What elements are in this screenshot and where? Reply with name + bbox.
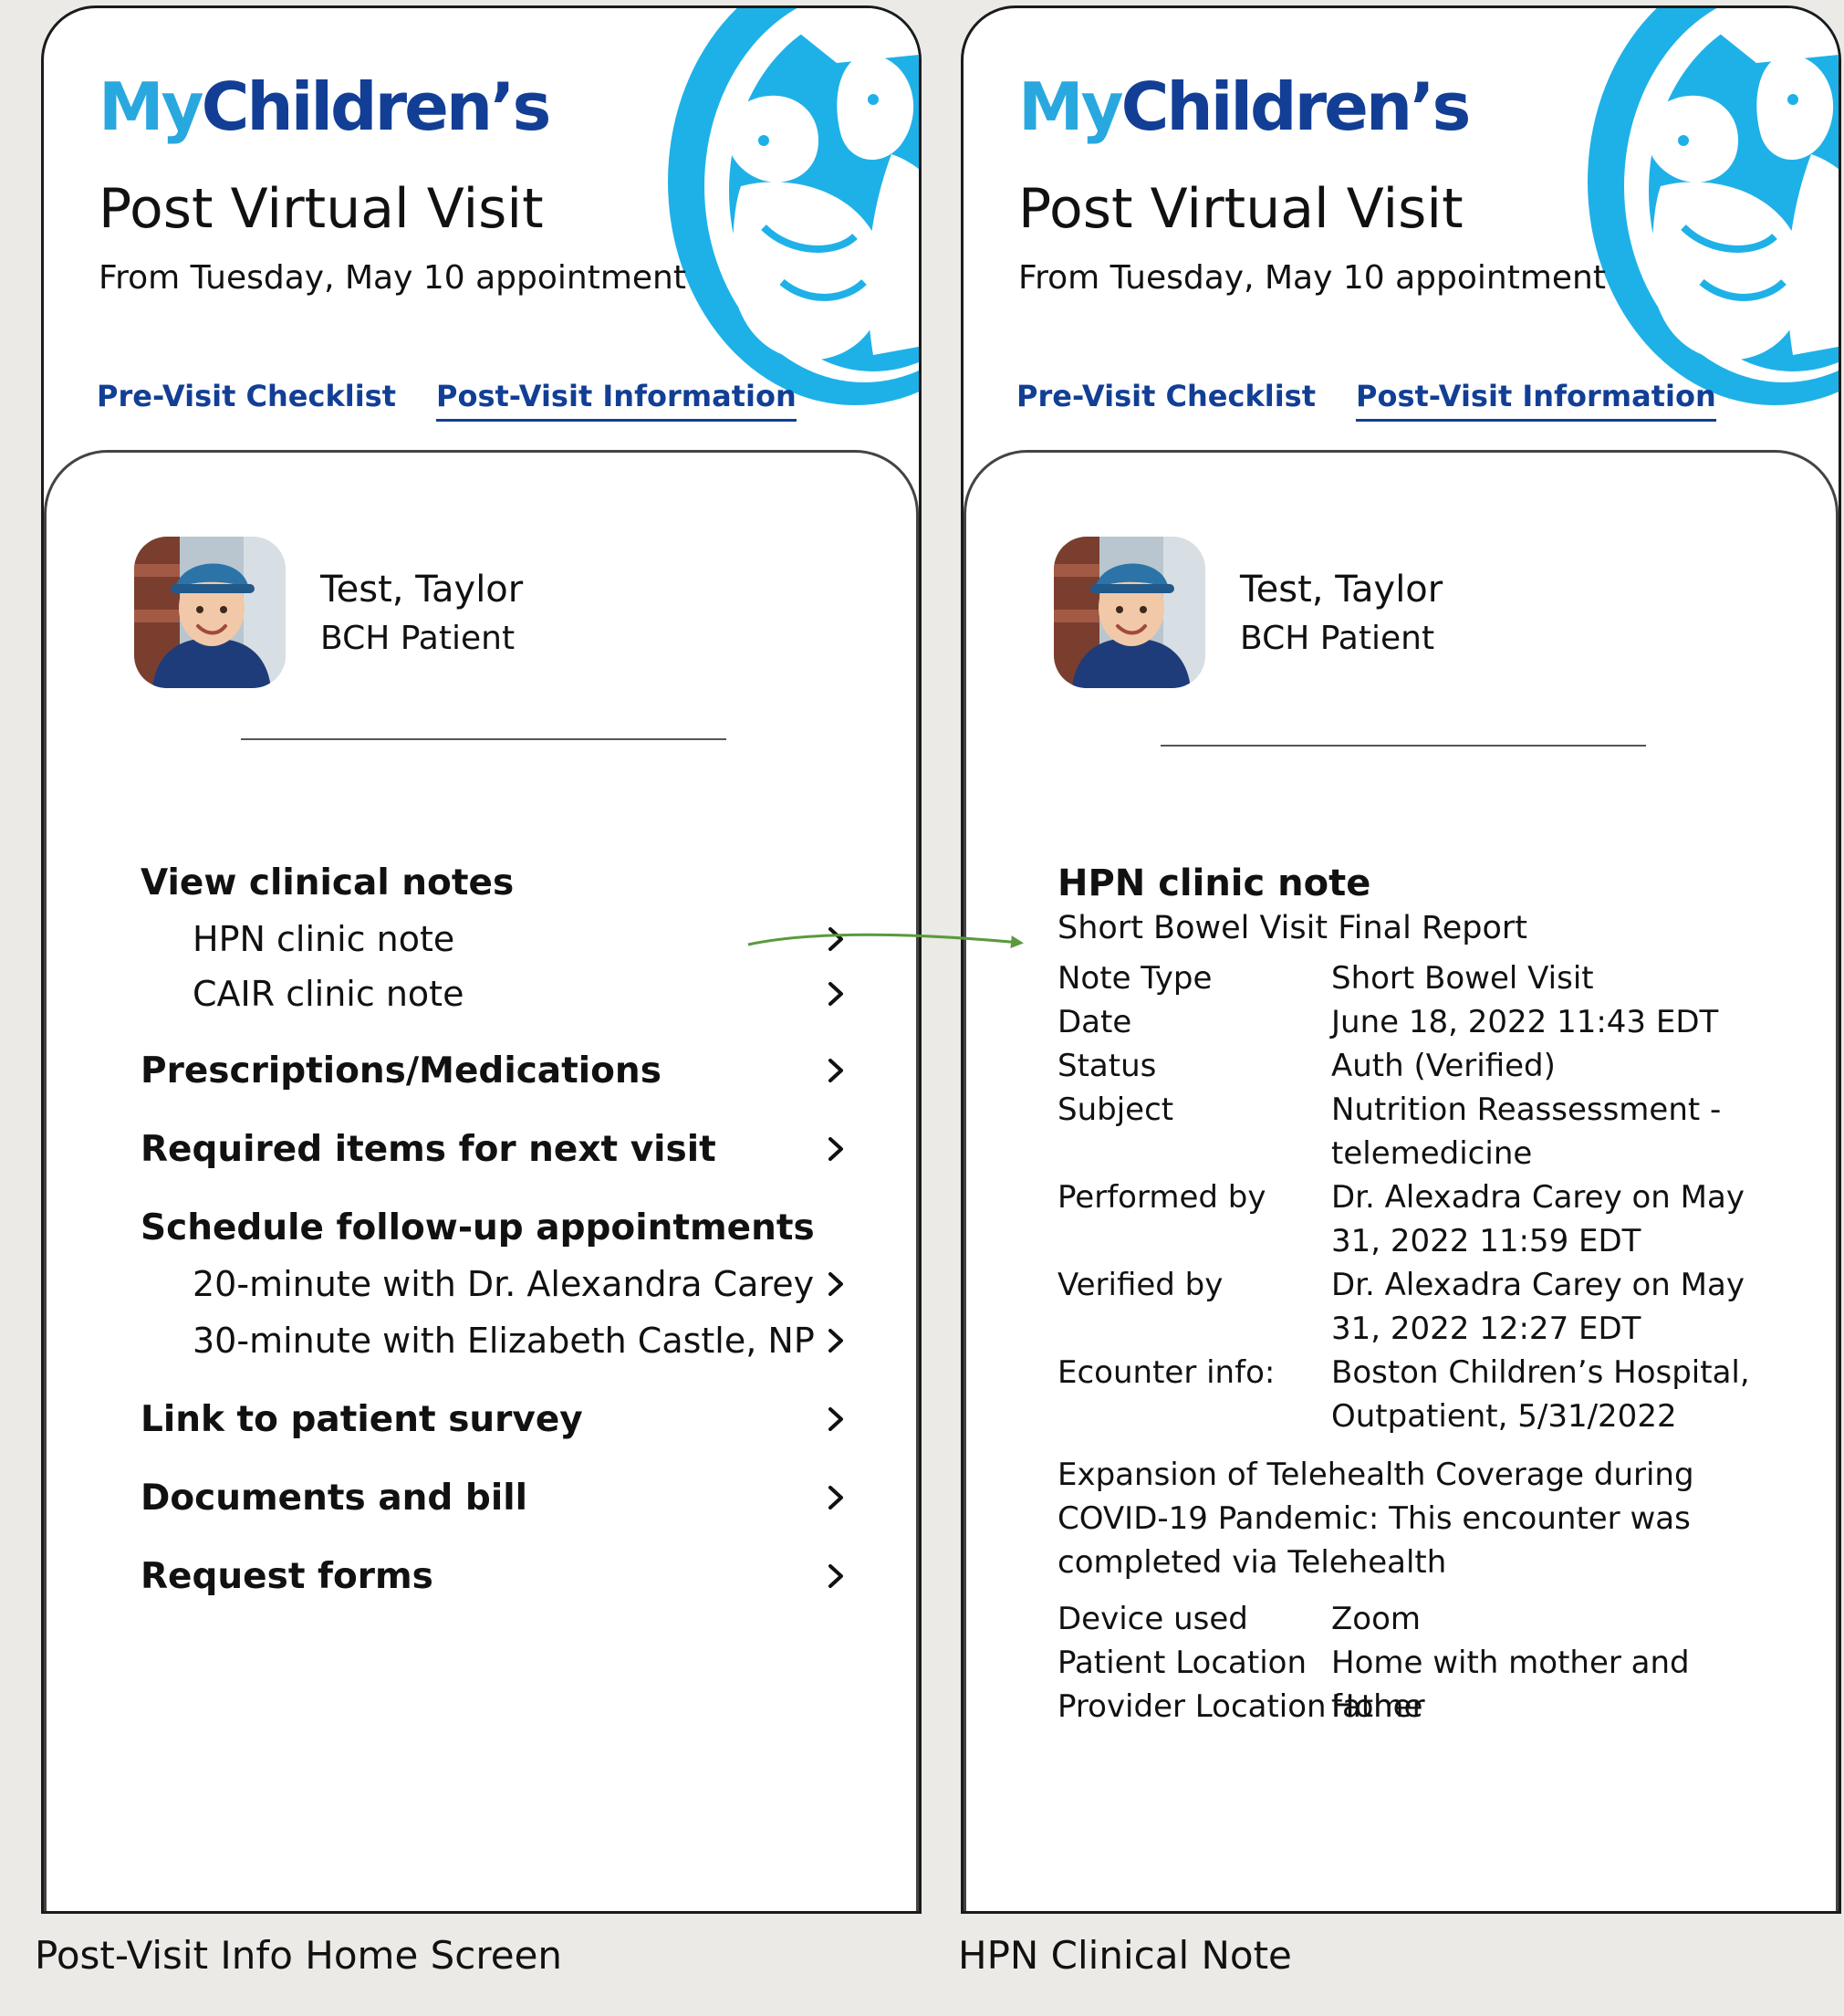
menu-item-patient-survey[interactable]: Link to patient survey [141,1402,583,1437]
chevron-right-icon[interactable] [819,1133,852,1165]
chevron-right-icon[interactable] [819,1403,852,1436]
tab-pre-visit-checklist[interactable]: Pre-Visit Checklist [97,381,396,422]
menu-item-prescriptions[interactable]: Prescriptions/Medications [141,1053,662,1089]
chevron-right-icon[interactable] [819,923,852,956]
boston-childrens-emblem-icon [1574,5,1841,410]
chevron-right-icon[interactable] [819,1324,852,1357]
tab-post-visit-information[interactable]: Post-Visit Information [436,381,797,422]
tab-pre-visit-checklist[interactable]: Pre-Visit Checklist [1016,381,1316,422]
tab-bar: Pre-Visit Checklist Post-Visit Informati… [1016,381,1716,422]
mychildrens-logo: MyChildren’s [99,68,551,145]
patient-type: BCH Patient [1240,620,1435,657]
patient-type: BCH Patient [320,620,516,657]
tab-bar: Pre-Visit Checklist Post-Visit Informati… [97,381,797,422]
content-card: Test, Taylor BCH Patient HPN clinic note… [964,450,1839,1911]
mychildrens-logo: MyChildren’s [1018,68,1471,145]
menu-item-appointment-castle[interactable]: 30-minute with Elizabeth Castle, NP [193,1323,815,1358]
avatar [1054,537,1205,688]
chevron-right-icon[interactable] [819,1268,852,1300]
chevron-right-icon[interactable] [819,977,852,1010]
menu-item-documents-and-bill[interactable]: Documents and bill [141,1480,527,1516]
caption-clinical-note: HPN Clinical Note [958,1933,1292,1978]
chevron-right-icon[interactable] [819,1481,852,1514]
menu-item-cair-clinic-note[interactable]: CAIR clinic note [193,977,464,1011]
divider [1161,745,1646,747]
view-clinical-notes-heading: View clinical notes [141,862,515,904]
patient-name: Test, Taylor [320,569,524,611]
caption-home-screen: Post-Visit Info Home Screen [35,1933,563,1978]
note-title: HPN clinic note [1057,862,1371,904]
page-subtitle: From Tuesday, May 10 appointment [99,259,686,297]
schedule-followup-heading: Schedule follow-up appointments [141,1207,815,1248]
page-subtitle: From Tuesday, May 10 appointment [1018,259,1606,297]
avatar [134,537,286,688]
menu-item-request-forms[interactable]: Request forms [141,1559,433,1594]
chevron-right-icon[interactable] [819,1560,852,1593]
menu-item-hpn-clinic-note[interactable]: HPN clinic note [193,922,454,956]
telehealth-paragraph: Expansion of Telehealth Coverage during … [1057,1457,1694,1581]
note-subtitle: Short Bowel Visit Final Report [1057,910,1528,946]
patient-name: Test, Taylor [1240,569,1443,611]
divider [241,738,726,740]
page-title: Post Virtual Visit [99,177,544,241]
chevron-right-icon[interactable] [819,1054,852,1087]
menu-item-required-items[interactable]: Required items for next visit [141,1132,716,1167]
menu-item-appointment-carey[interactable]: 20-minute with Dr. Alexandra Carey [193,1267,814,1301]
home-screen-phone: MyChildren’s Post Virtual Visit From Tue… [41,5,922,1914]
boston-childrens-emblem-icon [654,5,922,410]
content-card: Test, Taylor BCH Patient View clinical n… [44,450,919,1911]
tab-post-visit-information[interactable]: Post-Visit Information [1356,381,1716,422]
clinical-note-phone: MyChildren’s Post Virtual Visit From Tue… [961,5,1841,1914]
page-title: Post Virtual Visit [1018,177,1464,241]
